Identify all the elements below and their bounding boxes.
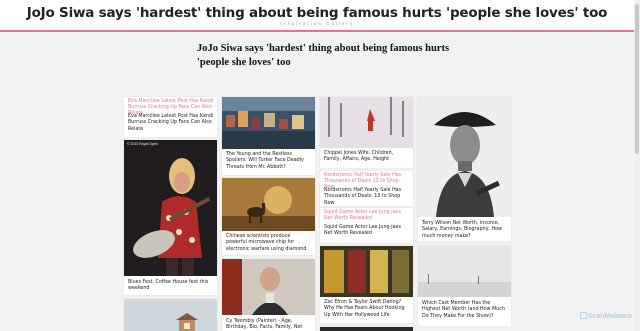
card-nordstroms[interactable]: Nordstroms Half Yearly Sale Has Thousand… bbox=[320, 171, 413, 206]
shield-icon bbox=[579, 312, 587, 319]
card-caption[interactable]: Squid Game Actor Lee Jung-jaes Net Worth… bbox=[324, 225, 410, 238]
card-caption[interactable]: Chippei Jones Wife, Children, Family, Af… bbox=[324, 151, 410, 164]
card-image[interactable] bbox=[320, 246, 413, 297]
site-subtitle: Inspiration Gallery bbox=[279, 21, 355, 26]
card-caption[interactable]: Cy Twombly (Painter) - Age, Birthday, Bi… bbox=[226, 319, 312, 331]
card-caption[interactable]: Zac Efron & Taylor Swift Dating? Why He … bbox=[324, 300, 410, 319]
card-cy-twombly[interactable]: Cy Twombly (Painter) - Age, Birthday, Bi… bbox=[222, 259, 315, 331]
card-blues-fest[interactable]: © 2021 Royal Open Blues Fest, Coffee Hou… bbox=[124, 140, 217, 295]
card-image[interactable] bbox=[222, 178, 315, 231]
card-image[interactable] bbox=[418, 246, 511, 297]
card-caption[interactable]: Terry Wilson Net Worth, Income, Salary, … bbox=[422, 221, 508, 240]
copyright: © 2021 Royal Open bbox=[127, 142, 158, 146]
card-partial[interactable] bbox=[124, 299, 217, 331]
article-title: JoJo Siwa says 'hardest' thing about bei… bbox=[197, 43, 450, 68]
guitarist-photo bbox=[124, 140, 217, 276]
card-caption[interactable]: Nordstroms Half Yearly Sale Has Thousand… bbox=[324, 188, 410, 206]
card-image[interactable] bbox=[222, 97, 315, 149]
card-image[interactable] bbox=[124, 299, 217, 331]
card-squid-game[interactable]: Squid Game Actor Lee Jung-jaes Net Worth… bbox=[320, 208, 413, 243]
site-header: JoJo Siwa says 'hardest' thing about bei… bbox=[0, 0, 634, 32]
card-image[interactable] bbox=[320, 327, 413, 331]
card-young-restless[interactable]: The Young and the Restless Spoilers: Wil… bbox=[222, 97, 315, 175]
page: JoJo Siwa says 'hardest' thing about bei… bbox=[0, 0, 640, 331]
card-zac-efron[interactable]: Zac Efron & Taylor Swift Dating? Why He … bbox=[320, 246, 413, 323]
deer-sunset-photo bbox=[222, 178, 315, 231]
card-image[interactable] bbox=[222, 259, 315, 315]
card-caption[interactable]: Eva Marcillee Latest Post Has Kandi Burr… bbox=[128, 114, 214, 133]
snow-forest-photo bbox=[320, 97, 413, 148]
vintage-frame-photo bbox=[320, 246, 413, 297]
card-image[interactable]: © 2021 Royal Open bbox=[124, 140, 217, 276]
card-eva-marcillee[interactable]: Eva Marcillee Latest Post Has Kandi Burr… bbox=[124, 97, 217, 137]
card-image[interactable] bbox=[418, 97, 511, 217]
card-caption[interactable]: Which Cast Member Has the Highest Net Wo… bbox=[422, 301, 508, 320]
card-caption[interactable]: Blues Fest, Coffee House fest this weeke… bbox=[128, 280, 214, 293]
card-caption[interactable]: Chinese scientists produce powerful micr… bbox=[226, 234, 312, 253]
card-image[interactable] bbox=[320, 97, 413, 148]
misty-landscape-photo bbox=[418, 246, 511, 297]
card-terry-wilson[interactable]: Terry Wilson Net Worth, Income, Salary, … bbox=[418, 97, 511, 241]
cowboy-portrait-photo bbox=[418, 97, 511, 217]
card-caption[interactable]: The Young and the Restless Spoilers: Wil… bbox=[226, 152, 312, 171]
card-chippei-jones[interactable]: Chippei Jones Wife, Children, Family, Af… bbox=[320, 97, 413, 168]
coastal-town-photo bbox=[222, 97, 315, 149]
card-which-cast[interactable]: Which Cast Member Has the Highest Net Wo… bbox=[418, 246, 511, 326]
site-title[interactable]: JoJo Siwa says 'hardest' thing about bei… bbox=[0, 5, 634, 21]
watermark: ScanMalware bbox=[579, 312, 632, 320]
scrollbar-thumb[interactable] bbox=[635, 4, 639, 154]
card-chinese-scientists[interactable]: Chinese scientists produce powerful micr… bbox=[222, 178, 315, 255]
scrollbar[interactable] bbox=[634, 0, 640, 331]
card-partial-2[interactable] bbox=[320, 327, 413, 331]
broken-image-alt[interactable]: Squid Game Actor Lee Jung-jaes Net Worth… bbox=[324, 210, 410, 222]
building-photo bbox=[124, 299, 217, 331]
watermark-text: ScanMalware bbox=[587, 313, 632, 320]
portrait-photo bbox=[222, 259, 315, 315]
